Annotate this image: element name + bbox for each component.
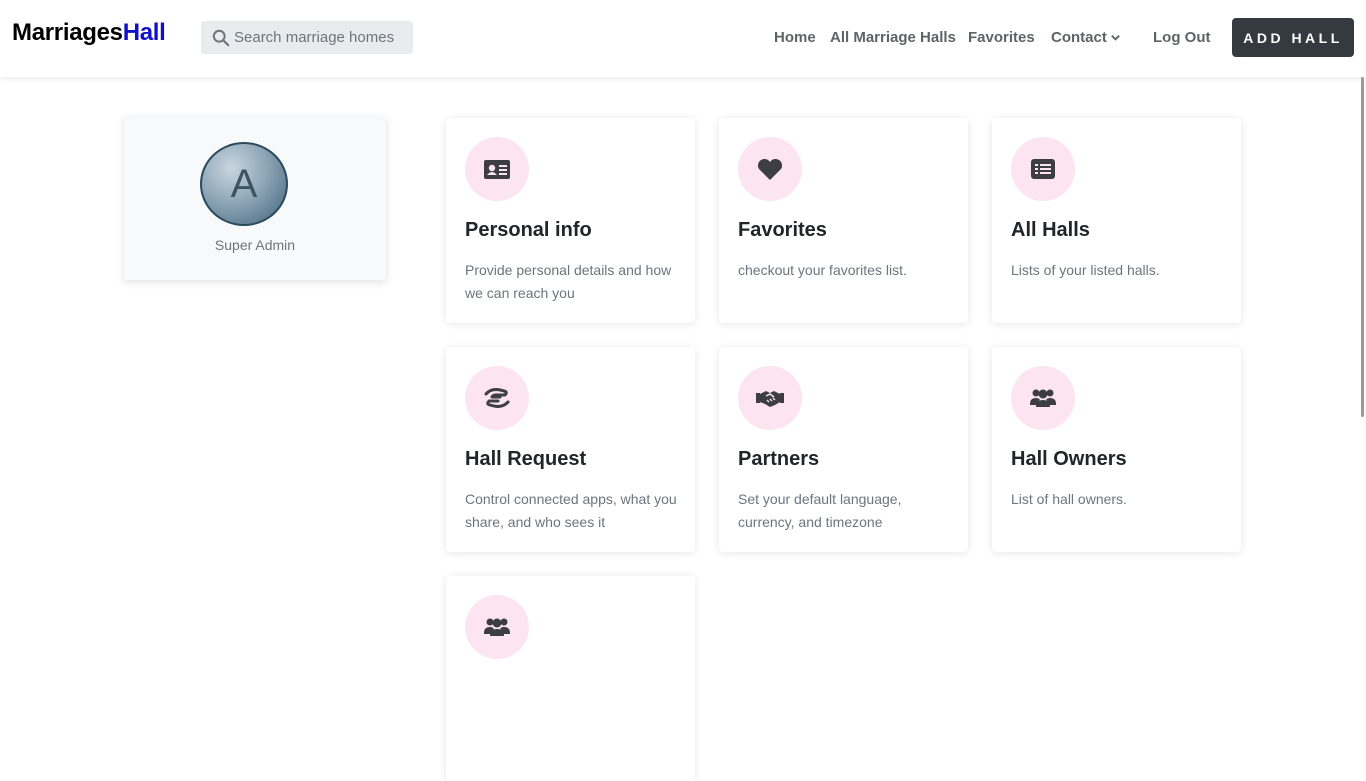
- card-icon-wrapper: [465, 137, 529, 201]
- users-icon: [484, 618, 510, 636]
- card-title: Favorites: [738, 219, 827, 241]
- hand-holding-icon: [484, 388, 510, 408]
- brand-name-part2: Hall: [122, 19, 166, 46]
- brand-logo[interactable]: MarriagesHall: [12, 19, 166, 47]
- card-partners[interactable]: Partners Set your default language, curr…: [719, 347, 968, 552]
- user-role: Super Admin: [214, 237, 296, 253]
- card-icon-wrapper: [738, 137, 802, 201]
- card-description: List of hall owners.: [1011, 491, 1127, 507]
- search-placeholder: Search marriage homes: [234, 29, 395, 46]
- card-icon-wrapper: [1011, 137, 1075, 201]
- card-description: Control connected apps, what you share, …: [465, 491, 677, 530]
- card-title: Partners: [738, 448, 820, 470]
- card-title: Personal info: [465, 219, 592, 241]
- nav-link-home[interactable]: Home: [774, 29, 816, 46]
- nav-link-logout[interactable]: Log Out: [1153, 29, 1210, 46]
- nav-link-favorites[interactable]: Favorites: [968, 29, 1035, 46]
- nav-dropdown-contact[interactable]: Contact: [1051, 29, 1121, 46]
- avatar[interactable]: A: [200, 142, 288, 226]
- card-icon-wrapper: [1011, 366, 1075, 430]
- card-description: Set your default language, currency, and…: [738, 491, 902, 530]
- page-scrollbar[interactable]: [1361, 77, 1364, 417]
- card-icon-wrapper: [465, 366, 529, 430]
- list-icon: [1031, 159, 1055, 179]
- brand-name-part1: Marriages: [12, 19, 123, 46]
- card-favorites[interactable]: Favorites checkout your favorites list.: [719, 118, 968, 323]
- chevron-down-icon: [1111, 35, 1120, 41]
- card-icon-wrapper: [465, 595, 529, 659]
- top-navbar: MarriagesHall Search marriage homes Home…: [0, 0, 1366, 77]
- search-icon: [212, 29, 230, 46]
- card-title: Hall Owners: [1011, 448, 1127, 470]
- card-users[interactable]: [446, 576, 695, 781]
- add-hall-button[interactable]: ADD HALL: [1232, 18, 1354, 57]
- card-hall-owners[interactable]: Hall Owners List of hall owners.: [992, 347, 1241, 552]
- handshake-icon: [756, 391, 784, 407]
- card-all-halls[interactable]: All Halls Lists of your listed halls.: [992, 118, 1241, 323]
- card-description: Lists of your listed halls.: [1011, 262, 1160, 278]
- nav-link-all-marriage-halls[interactable]: All Marriage Halls: [830, 29, 956, 46]
- card-description: checkout your favorites list.: [738, 262, 907, 278]
- users-icon: [1030, 389, 1056, 407]
- profile-card: A Super Admin: [124, 117, 386, 280]
- heart-icon: [757, 158, 783, 180]
- search-input[interactable]: Search marriage homes: [201, 21, 413, 54]
- card-title: Hall Request: [465, 448, 587, 470]
- id-card-icon: [484, 160, 510, 179]
- card-hall-request[interactable]: Hall Request Control connected apps, wha…: [446, 347, 695, 552]
- card-icon-wrapper: [738, 366, 802, 430]
- card-description: Provide personal details and how we can …: [465, 262, 672, 301]
- card-personal-info[interactable]: Personal info Provide personal details a…: [446, 118, 695, 323]
- nav-contact-label: Contact: [1051, 29, 1107, 46]
- card-title: All Halls: [1011, 219, 1090, 241]
